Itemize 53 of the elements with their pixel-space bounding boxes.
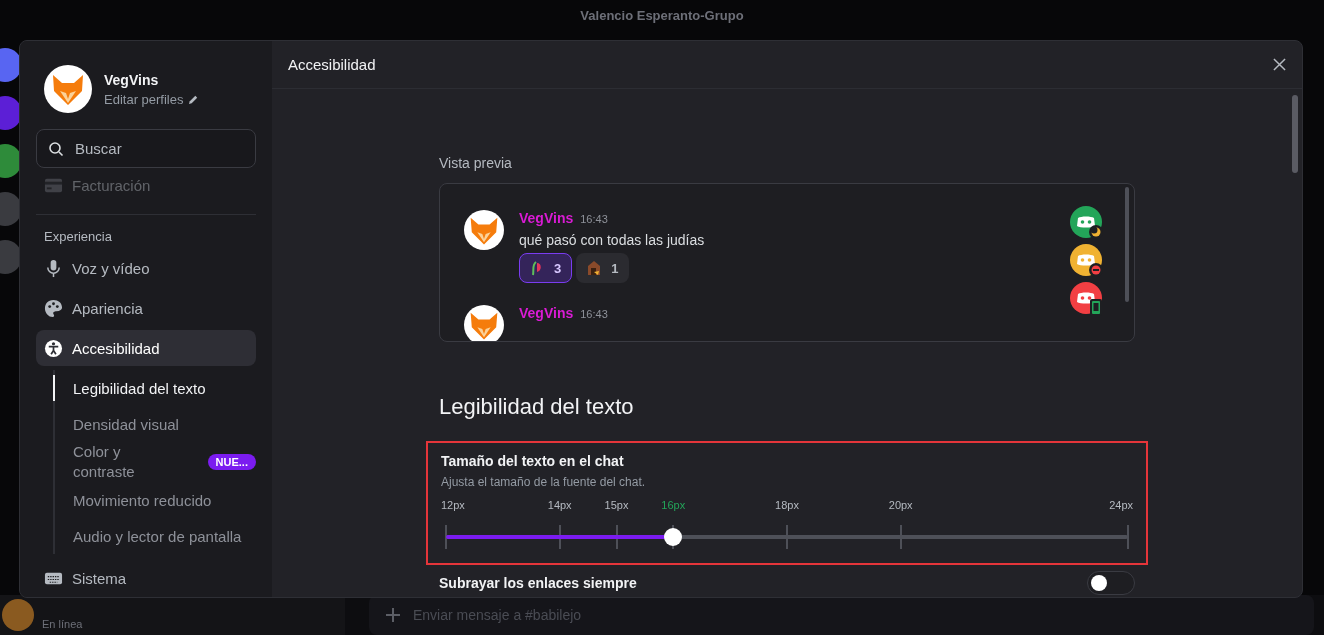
tick-label: 14px <box>547 499 572 511</box>
section-header: Experiencia <box>43 229 113 244</box>
timestamp: 16:43 <box>580 213 608 225</box>
page-title: Accesibilidad <box>288 56 376 73</box>
fox-avatar <box>464 210 504 250</box>
timestamp: 16:43 <box>580 308 608 320</box>
server-title: Valencio Esperanto-Grupo <box>580 7 744 23</box>
toggle-switch[interactable] <box>1087 571 1135 595</box>
close-icon[interactable] <box>1273 58 1286 71</box>
scrollbar[interactable] <box>1292 95 1298 173</box>
scrollbar[interactable] <box>1125 187 1129 302</box>
slider-thumb[interactable] <box>664 528 683 546</box>
microphone-icon <box>44 258 63 278</box>
fox-avatar <box>464 305 504 341</box>
sidebar-item[interactable]: Apariencia <box>36 290 256 326</box>
sidebar-subitem[interactable]: Audio y lector de pantalla <box>53 518 256 554</box>
setting-title: Tamaño del texto en el chat <box>441 453 625 469</box>
sidebar-subitem[interactable]: Movimiento reducido <box>53 482 256 518</box>
setting-description: Ajusta el tamaño de la fuente del chat. <box>441 475 647 489</box>
reaction-button[interactable]: 3 <box>519 253 573 283</box>
message-text: qué pasó con todas las judías <box>519 232 705 248</box>
sidebar-item[interactable]: Sistema <box>36 560 256 596</box>
placeholder-text: Enviar mensaje a #babilejo <box>413 607 582 623</box>
accessibility-icon <box>44 338 63 358</box>
sidebar-subitem[interactable]: Color y contraste NUE... <box>53 442 256 482</box>
plus-icon[interactable] <box>385 607 401 623</box>
tick-label: 12px <box>441 499 465 511</box>
avatar <box>2 599 34 631</box>
sidebar-subitem[interactable]: Densidad visual <box>53 406 256 442</box>
fox-avatar <box>44 65 92 113</box>
tick-label: 16px <box>661 499 686 511</box>
tick-label: 24px <box>1109 499 1133 511</box>
sidebar-item[interactable]: Accesibilidad <box>36 330 256 366</box>
tick-label: 15px <box>604 499 629 511</box>
sidebar-item[interactable]: Voz y vídeo <box>36 250 256 286</box>
reaction-button[interactable]: 1 <box>576 253 630 283</box>
edit-profiles-link[interactable]: Editar perfiles <box>104 91 200 107</box>
author-name: VegVins <box>519 305 574 321</box>
sidebar-subitem[interactable]: Legibilidad del texto <box>53 375 256 401</box>
search-icon <box>48 141 64 157</box>
username: VegVins <box>104 71 160 88</box>
palette-icon <box>44 298 63 318</box>
slider-track[interactable] <box>446 525 1128 549</box>
new-badge: NUE... <box>207 454 256 470</box>
tick-label: 20px <box>888 499 913 511</box>
status-text: En línea <box>42 618 83 630</box>
tick-label: 18px <box>775 499 799 511</box>
section-title: Legibilidad del texto <box>439 394 635 420</box>
author-name: VegVins <box>519 210 574 226</box>
setting-title: Subrayar los enlaces siempre <box>439 575 637 591</box>
search-field[interactable]: Buscar <box>36 129 256 168</box>
preview-label: Vista previa <box>439 155 513 171</box>
pencil-icon <box>188 93 200 105</box>
